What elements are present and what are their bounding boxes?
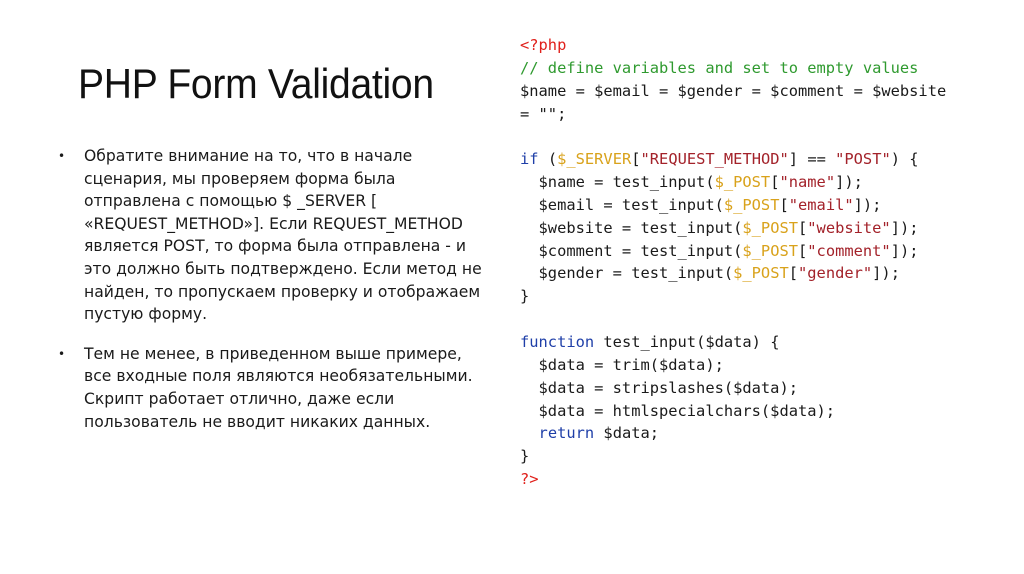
- code-line: $gender = test_input($_POST["gender"]);: [520, 262, 946, 285]
- code-text: [: [631, 150, 641, 169]
- code-text: = "";: [520, 104, 567, 123]
- code-superglobal: $_SERVER: [557, 150, 632, 169]
- code-text: (: [538, 150, 558, 169]
- code-line: if ($_SERVER["REQUEST_METHOD"] == "POST"…: [520, 148, 946, 171]
- code-text: $gender = test_input(: [520, 264, 734, 283]
- code-line: }: [520, 445, 946, 468]
- code-line: // define variables and set to empty val…: [520, 57, 946, 80]
- bullet-icon: •: [58, 149, 66, 163]
- code-line: <?php: [520, 34, 946, 57]
- bullet-item: • Обратите внимание на то, что в начале …: [56, 145, 486, 326]
- code-superglobal: $_POST: [742, 241, 798, 260]
- code-text: $website = test_input(: [520, 218, 743, 237]
- code-text: $name = $email = $gender = $comment = $w…: [520, 81, 947, 100]
- code-superglobal: $_POST: [742, 218, 798, 237]
- bullet-list: • Обратите внимание на то, что в начале …: [56, 145, 486, 450]
- code-line: = "";: [520, 103, 946, 126]
- php-tag: ?>: [520, 470, 539, 489]
- code-text: $data;: [594, 424, 660, 443]
- code-superglobal: $_POST: [723, 195, 780, 214]
- php-code-block: <?php // define variables and set to empt…: [520, 34, 946, 491]
- bullet-text: Тем не менее, в приведенном выше примере…: [84, 344, 473, 431]
- code-line: $name = $email = $gender = $comment = $w…: [520, 80, 946, 103]
- code-superglobal: $_POST: [733, 264, 789, 283]
- code-string: "gender": [798, 264, 873, 283]
- code-line: return $data;: [520, 422, 946, 445]
- code-text: $data = stripslashes($data);: [520, 378, 798, 397]
- code-line: }: [520, 285, 946, 308]
- code-text: ]);: [890, 218, 919, 237]
- code-text: }: [520, 287, 530, 306]
- slide-title: PHP Form Validation: [78, 60, 434, 107]
- code-keyword: function: [520, 332, 595, 351]
- code-line: $website = test_input($_POST["website"])…: [520, 217, 946, 240]
- code-text: ]);: [890, 241, 919, 260]
- code-text: $name = test_input(: [520, 173, 715, 192]
- code-keyword: return: [538, 424, 595, 443]
- bullet-item: • Тем не менее, в приведенном выше приме…: [56, 343, 486, 433]
- bullet-icon: •: [58, 346, 66, 361]
- code-string: "REQUEST_METHOD": [640, 150, 789, 169]
- code-text: ) {: [890, 150, 919, 169]
- code-string: "email": [788, 195, 854, 214]
- code-keyword: if: [520, 150, 539, 169]
- code-line: ?>: [520, 468, 946, 491]
- code-text: $email = test_input(: [520, 195, 724, 214]
- code-superglobal: $_POST: [714, 173, 771, 192]
- code-text: ] ==: [788, 150, 836, 169]
- code-text: [: [788, 264, 799, 283]
- code-text: }: [520, 447, 530, 466]
- code-text: ]);: [872, 264, 900, 283]
- code-string: "comment": [807, 241, 891, 260]
- code-comment: // define variables and set to empty val…: [520, 58, 919, 77]
- code-text: $comment = test_input(: [520, 241, 743, 260]
- code-text: test_input($data) {: [594, 332, 780, 351]
- bullet-text: Обратите внимание на то, что в начале сц…: [84, 147, 482, 324]
- code-line: $data = trim($data);: [520, 354, 946, 377]
- code-text: [: [798, 218, 808, 237]
- code-line: function test_input($data) {: [520, 331, 946, 354]
- code-string: "name": [779, 173, 836, 192]
- code-line: $data = htmlspecialchars($data);: [520, 400, 946, 423]
- code-line: $name = test_input($_POST["name"]);: [520, 171, 946, 194]
- code-text: [: [798, 241, 808, 260]
- code-line: $data = stripslashes($data);: [520, 377, 946, 400]
- code-string: "website": [807, 218, 891, 237]
- code-text: ]);: [835, 173, 863, 192]
- php-tag: <?php: [520, 36, 567, 54]
- code-line: $comment = test_input($_POST["comment"])…: [520, 240, 946, 263]
- code-text: [: [779, 195, 789, 214]
- code-text: $data = htmlspecialchars($data);: [520, 401, 836, 420]
- code-text: ]);: [853, 195, 882, 214]
- code-line: $email = test_input($_POST["email"]);: [520, 194, 946, 217]
- code-string: "POST": [835, 150, 891, 169]
- code-text: $data = trim($data);: [520, 355, 724, 374]
